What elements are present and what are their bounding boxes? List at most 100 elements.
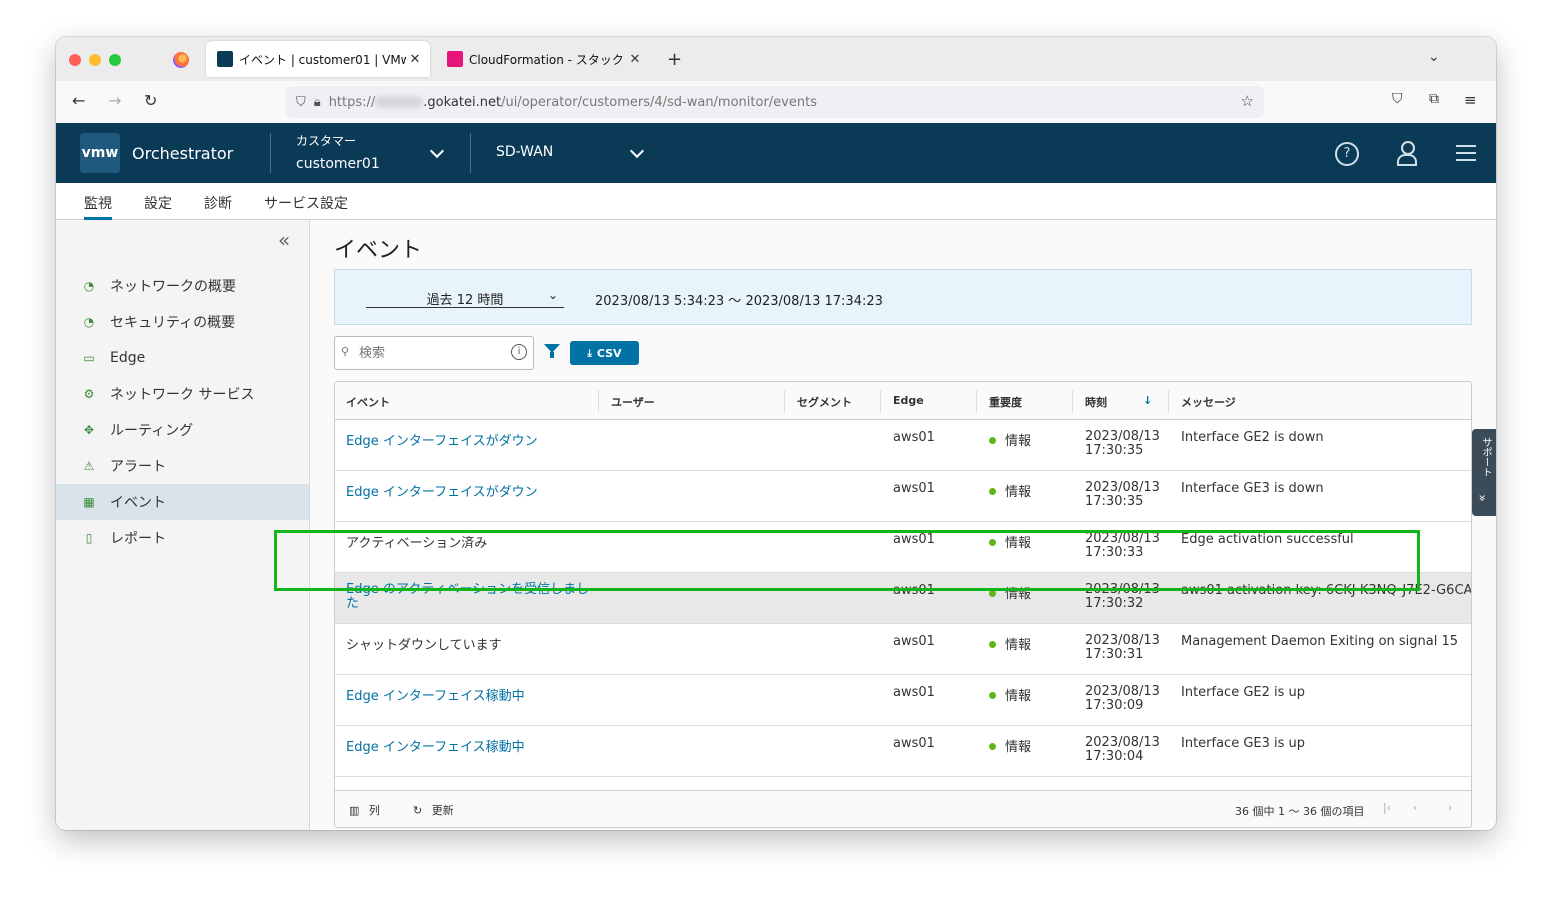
events-table: イベント ユーザー セグメント Edge 重要度 時刻 ↓ メッセージ Edge… bbox=[334, 381, 1472, 828]
time-cell: 2023/08/13 17:30:35 bbox=[1085, 429, 1160, 458]
customer-label: カスタマー bbox=[296, 134, 357, 148]
user-icon[interactable] bbox=[1397, 141, 1417, 166]
filter-icon[interactable] bbox=[544, 344, 560, 358]
reload-icon[interactable]: ↻ bbox=[144, 91, 157, 110]
close-tab-icon[interactable]: ✕ bbox=[406, 52, 424, 67]
severity-cell: 情報 bbox=[989, 430, 1031, 449]
column-header-user[interactable]: ユーザー bbox=[611, 394, 655, 410]
collapse-sidebar-icon[interactable]: « bbox=[278, 228, 290, 252]
help-icon[interactable]: ? bbox=[1335, 142, 1359, 166]
forward-icon[interactable]: → bbox=[108, 91, 121, 110]
sidebar-item-label: セキュリティの概要 bbox=[110, 315, 236, 331]
zoom-window-button[interactable] bbox=[109, 54, 121, 66]
divider bbox=[270, 133, 271, 173]
tab-service-settings[interactable]: サービス設定 bbox=[264, 193, 348, 213]
sidebar-item-reports[interactable]: ▯ レポート bbox=[56, 520, 309, 556]
edge-cell: aws01 bbox=[893, 736, 935, 751]
sidebar-item-label: レポート bbox=[110, 531, 166, 547]
table-row: Edge インターフェイス稼動中 aws01 情報 2023/08/13 17:3… bbox=[335, 726, 1471, 777]
severity-dot-icon bbox=[989, 488, 996, 495]
message-cell: Edge activation successful bbox=[1181, 532, 1354, 547]
event-link[interactable]: Edge インターフェイスがダウン bbox=[346, 430, 591, 449]
sidebar-item-security-overview[interactable]: ◔ セキュリティの概要 bbox=[56, 304, 309, 340]
column-header-message[interactable]: メッセージ bbox=[1181, 394, 1236, 410]
customer-value: customer01 bbox=[296, 156, 380, 172]
sidebar-item-network-overview[interactable]: ◔ ネットワークの概要 bbox=[56, 268, 309, 304]
tab-monitor[interactable]: 監視 bbox=[84, 193, 112, 220]
minimize-window-button[interactable] bbox=[89, 54, 101, 66]
close-tab-icon[interactable]: ✕ bbox=[626, 52, 644, 67]
edge-cell: aws01 bbox=[893, 430, 935, 445]
severity-cell: 情報 bbox=[989, 532, 1031, 551]
event-link[interactable]: Edge インターフェイス稼動中 bbox=[346, 736, 591, 755]
address-bar[interactable]: ⛉ 🔒︎ https:// .gokatei.net /ui/operator/… bbox=[286, 86, 1264, 118]
event-link[interactable]: Edge のアクティベーションを受信しました bbox=[346, 583, 591, 611]
close-window-button[interactable] bbox=[69, 54, 81, 66]
info-icon[interactable]: i bbox=[511, 344, 527, 360]
refresh-button[interactable]: ↻ 更新 bbox=[413, 802, 454, 818]
message-cell: aws01 activation key: 6CKJ-K3NQ-J7E2-G6C… bbox=[1181, 583, 1472, 598]
severity-dot-icon bbox=[989, 539, 996, 546]
sidebar-item-alerts[interactable]: ⚠ アラート bbox=[56, 448, 309, 484]
next-page-icon[interactable]: › bbox=[1448, 801, 1452, 814]
pagination-text: 36 個中 1 〜 36 個の項目 bbox=[1235, 805, 1365, 818]
time-range-value: 過去 12 時間 bbox=[426, 293, 504, 308]
pocket-icon[interactable]: ⛉ bbox=[1392, 91, 1403, 107]
tab-configure[interactable]: 設定 bbox=[144, 193, 172, 213]
columns-toggle-button[interactable]: ▥ 列 bbox=[349, 802, 380, 818]
first-page-icon[interactable]: |‹ bbox=[1383, 801, 1391, 814]
time-cell: 2023/08/13 17:30:31 bbox=[1085, 633, 1160, 662]
edge-cell: aws01 bbox=[893, 532, 935, 547]
bookmark-star-icon[interactable]: ☆ bbox=[1241, 92, 1254, 110]
search-input[interactable] bbox=[357, 343, 511, 363]
menu-icon[interactable]: ≡ bbox=[1464, 91, 1477, 109]
column-header-event[interactable]: イベント bbox=[346, 394, 390, 410]
app-name: Orchestrator bbox=[132, 144, 234, 163]
previous-page-icon[interactable]: ‹ bbox=[1413, 801, 1417, 814]
hamburger-menu-icon[interactable] bbox=[1456, 145, 1476, 161]
new-tab-icon[interactable]: + bbox=[667, 49, 682, 70]
calendar-icon: ▦ bbox=[83, 495, 95, 509]
event-text: シャットダウンしています bbox=[346, 638, 502, 653]
tab-title: イベント | customer01 | VMware bbox=[239, 52, 406, 67]
sidebar-item-network-services[interactable]: ⚙ ネットワーク サービス bbox=[56, 376, 309, 412]
tab-cloudformation[interactable]: CloudFormation - スタック vmw ✕ bbox=[436, 41, 650, 77]
message-cell: Interface GE3 is up bbox=[1181, 736, 1306, 751]
table-row: シャットダウンしています aws01 情報 2023/08/13 17:30:31… bbox=[335, 624, 1471, 675]
event-link[interactable]: Edge インターフェイスがダウン bbox=[346, 481, 591, 500]
time-range-panel: 過去 12 時間 ⌄ 2023/08/13 5:34:23 〜 2023/08/… bbox=[334, 269, 1472, 325]
time-range-select[interactable]: 過去 12 時間 ⌄ bbox=[366, 288, 564, 308]
column-header-time[interactable]: 時刻 bbox=[1085, 394, 1107, 410]
tab-diagnostics[interactable]: 診断 bbox=[204, 193, 232, 213]
edge-cell: aws01 bbox=[893, 481, 935, 496]
redacted-hostname bbox=[375, 96, 424, 108]
sidebar-item-routing[interactable]: ✥ ルーティング bbox=[56, 412, 309, 448]
chevron-down-icon[interactable]: ⌄ bbox=[1428, 49, 1440, 65]
chevron-down-icon bbox=[429, 143, 445, 159]
event-text: アクティベーション済み bbox=[346, 536, 488, 551]
severity-dot-icon bbox=[989, 743, 996, 750]
sidebar-item-events[interactable]: ▦ イベント bbox=[56, 484, 309, 520]
tab-events[interactable]: イベント | customer01 | VMware ✕ bbox=[206, 41, 430, 77]
service-value: SD-WAN bbox=[496, 144, 554, 160]
severity-dot-icon bbox=[989, 437, 996, 444]
app-header: vmw Orchestrator カスタマー customer01 SD-WAN… bbox=[56, 123, 1496, 183]
back-icon[interactable]: ← bbox=[72, 91, 85, 110]
time-cell: 2023/08/13 17:30:32 bbox=[1085, 582, 1160, 611]
extensions-icon[interactable]: ⧉ bbox=[1429, 91, 1439, 107]
column-header-severity[interactable]: 重要度 bbox=[989, 394, 1022, 410]
search-box: ⚲ i bbox=[334, 336, 534, 370]
support-side-tab[interactable]: サポート » bbox=[1472, 429, 1496, 516]
sidebar-item-edge[interactable]: ▭ Edge bbox=[56, 340, 309, 376]
sort-descending-icon[interactable]: ↓ bbox=[1143, 394, 1152, 407]
event-link[interactable]: Edge インターフェイス稼動中 bbox=[346, 685, 591, 704]
severity-cell: 情報 bbox=[989, 685, 1031, 704]
column-header-edge[interactable]: Edge bbox=[893, 394, 924, 407]
table-row: Edge インターフェイスがダウン aws01 情報 2023/08/13 17:… bbox=[335, 420, 1471, 471]
vmware-logo: vmw bbox=[80, 133, 120, 173]
csv-export-button[interactable]: ⤓ CSV bbox=[570, 341, 639, 365]
message-cell: Management Daemon Exiting on signal 15 bbox=[1181, 634, 1459, 649]
column-header-segment[interactable]: セグメント bbox=[797, 394, 852, 410]
edge-cell: aws01 bbox=[893, 685, 935, 700]
search-icon: ⚲ bbox=[341, 345, 350, 358]
